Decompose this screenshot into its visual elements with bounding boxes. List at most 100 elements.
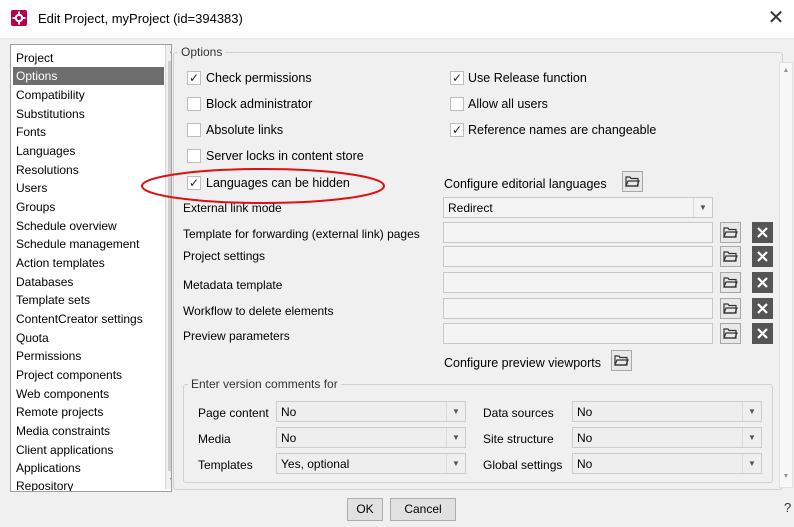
nav-item-schedule-management[interactable]: Schedule management (16, 235, 166, 253)
data-sources-label: Data sources (483, 406, 554, 420)
open-folder-icon (723, 328, 738, 339)
metadata-template-label: Metadata template (183, 278, 283, 292)
site-structure-value: No (577, 431, 593, 445)
nav-item-project-components[interactable]: Project components (16, 366, 166, 384)
project-settings-label: Project settings (183, 249, 266, 263)
nav-item-languages[interactable]: Languages (16, 142, 166, 160)
nav-item-remote-projects[interactable]: Remote projects (16, 403, 166, 421)
nav-item-contentcreator-settings[interactable]: ContentCreator settings (16, 310, 166, 328)
nav-item-web-components[interactable]: Web components (16, 385, 166, 403)
media-value: No (281, 431, 297, 445)
nav-item-resolutions[interactable]: Resolutions (16, 161, 166, 179)
site-structure-label: Site structure (483, 432, 554, 446)
preview-parameters-label: Preview parameters (183, 329, 290, 343)
templates-select[interactable]: Yes, optional ▼ (276, 453, 466, 474)
media-label: Media (198, 432, 231, 446)
nav-item-quota[interactable]: Quota (16, 329, 166, 347)
block-administrator-checkbox[interactable] (187, 97, 201, 111)
chevron-down-icon[interactable]: ▼ (742, 428, 761, 447)
nav-item-permissions[interactable]: Permissions (16, 347, 166, 365)
workflow-delete-clear-button[interactable] (752, 298, 773, 319)
scroll-up-icon[interactable]: ▲ (167, 46, 171, 58)
reference-names-checkbox[interactable]: ✓ (450, 123, 464, 137)
nav-item-schedule-overview[interactable]: Schedule overview (16, 217, 166, 235)
global-settings-select[interactable]: No ▼ (572, 453, 762, 474)
allow-all-users-checkbox[interactable] (450, 97, 464, 111)
scroll-thumb[interactable] (168, 61, 171, 471)
nav-item-fonts[interactable]: Fonts (16, 123, 166, 141)
block-administrator-label: Block administrator (206, 97, 313, 111)
category-list[interactable]: Project Options Compatibility Substituti… (10, 44, 172, 492)
open-folder-icon (614, 355, 629, 366)
nav-item-users[interactable]: Users (16, 179, 166, 197)
chevron-down-icon[interactable]: ▼ (693, 198, 712, 217)
nav-item-action-templates[interactable]: Action templates (16, 254, 166, 272)
close-icon[interactable]: ✕ (764, 6, 788, 30)
external-link-mode-select[interactable]: Redirect ▼ (443, 197, 713, 218)
preview-parameters-clear-button[interactable] (752, 323, 773, 344)
forwarding-template-clear-button[interactable] (752, 222, 773, 243)
templates-label: Templates (198, 458, 253, 472)
nav-item-applications[interactable]: Applications (16, 459, 166, 477)
close-icon (757, 227, 768, 238)
server-locks-label: Server locks in content store (206, 149, 364, 163)
help-icon[interactable]: ? (784, 500, 791, 515)
open-folder-icon (723, 227, 738, 238)
scroll-down-icon[interactable]: ▼ (167, 475, 171, 487)
list-scrollbar[interactable]: ▲ ▼ (165, 45, 171, 489)
nav-item-client-applications[interactable]: Client applications (16, 441, 166, 459)
forwarding-template-browse-button[interactable] (720, 222, 741, 243)
server-locks-checkbox[interactable] (187, 149, 201, 163)
external-link-mode-value: Redirect (448, 201, 493, 215)
absolute-links-checkbox[interactable] (187, 123, 201, 137)
preview-parameters-field[interactable] (443, 323, 713, 344)
app-gear-icon (11, 10, 27, 26)
nav-item-substitutions[interactable]: Substitutions (16, 105, 166, 123)
project-settings-field[interactable] (443, 246, 713, 267)
project-settings-clear-button[interactable] (752, 246, 773, 267)
metadata-template-field[interactable] (443, 272, 713, 293)
nav-item-databases[interactable]: Databases (16, 273, 166, 291)
data-sources-select[interactable]: No ▼ (572, 401, 762, 422)
languages-hidden-label: Languages can be hidden (206, 176, 350, 190)
chevron-down-icon[interactable]: ▼ (446, 402, 465, 421)
configure-languages-button[interactable] (622, 171, 643, 192)
version-comments-legend: Enter version comments for (188, 377, 341, 391)
cancel-button[interactable]: Cancel (390, 498, 456, 521)
preview-parameters-browse-button[interactable] (720, 323, 741, 344)
media-select[interactable]: No ▼ (276, 427, 466, 448)
page-content-value: No (281, 405, 297, 419)
scroll-down-icon[interactable]: ▼ (781, 471, 791, 483)
configure-viewports-button[interactable] (611, 350, 632, 371)
metadata-template-browse-button[interactable] (720, 272, 741, 293)
chevron-down-icon[interactable]: ▼ (742, 402, 761, 421)
page-content-select[interactable]: No ▼ (276, 401, 466, 422)
page-content-label: Page content (198, 406, 269, 420)
project-settings-browse-button[interactable] (720, 246, 741, 267)
workflow-delete-field[interactable] (443, 298, 713, 319)
forwarding-template-field[interactable] (443, 222, 713, 243)
close-icon (757, 328, 768, 339)
nav-item-options[interactable]: Options (13, 67, 164, 85)
check-permissions-checkbox[interactable]: ✓ (187, 71, 201, 85)
nav-item-groups[interactable]: Groups (16, 198, 166, 216)
nav-item-project[interactable]: Project (16, 49, 166, 67)
metadata-template-clear-button[interactable] (752, 272, 773, 293)
global-settings-value: No (577, 457, 593, 471)
nav-item-repository[interactable]: Repository (16, 477, 166, 491)
options-scrollbar[interactable]: ▲ ▼ (779, 62, 793, 488)
chevron-down-icon[interactable]: ▼ (742, 454, 761, 473)
window-title: Edit Project, myProject (id=394383) (38, 11, 243, 26)
use-release-checkbox[interactable]: ✓ (450, 71, 464, 85)
nav-item-media-constraints[interactable]: Media constraints (16, 422, 166, 440)
site-structure-select[interactable]: No ▼ (572, 427, 762, 448)
external-link-mode-label: External link mode (183, 201, 282, 215)
nav-item-template-sets[interactable]: Template sets (16, 291, 166, 309)
ok-button[interactable]: OK (347, 498, 383, 521)
languages-hidden-checkbox[interactable]: ✓ (187, 176, 201, 190)
scroll-up-icon[interactable]: ▲ (781, 65, 791, 77)
chevron-down-icon[interactable]: ▼ (446, 454, 465, 473)
chevron-down-icon[interactable]: ▼ (446, 428, 465, 447)
nav-item-compatibility[interactable]: Compatibility (16, 86, 166, 104)
workflow-delete-browse-button[interactable] (720, 298, 741, 319)
